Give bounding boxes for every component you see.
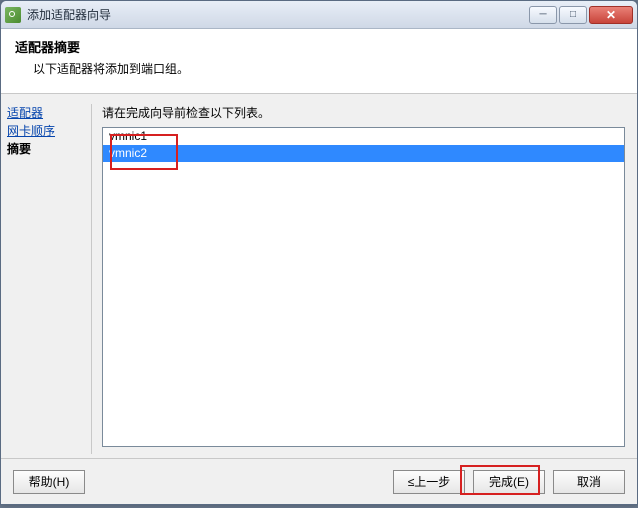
titlebar[interactable]: 添加适配器向导 ─ □ ✕ <box>1 1 637 29</box>
help-button[interactable]: 帮助(H) <box>13 470 85 494</box>
footer: 帮助(H) ≤上一步 完成(E) 取消 <box>1 458 637 504</box>
list-item[interactable]: vmnic2 <box>103 145 624 162</box>
adapter-list[interactable]: vmnic1 vmnic2 <box>102 127 625 447</box>
wizard-window: 添加适配器向导 ─ □ ✕ 适配器摘要 以下适配器将添加到端口组。 适配器 网卡… <box>0 0 638 505</box>
back-button[interactable]: ≤上一步 <box>393 470 465 494</box>
header-title: 适配器摘要 <box>15 37 623 56</box>
window-controls: ─ □ ✕ <box>529 6 633 24</box>
footer-right: ≤上一步 完成(E) 取消 <box>393 470 625 494</box>
minimize-button[interactable]: ─ <box>529 6 557 24</box>
header-desc: 以下适配器将添加到端口组。 <box>33 60 623 77</box>
main-desc: 请在完成向导前检查以下列表。 <box>102 104 625 121</box>
main-panel: 请在完成向导前检查以下列表。 vmnic1 vmnic2 <box>92 94 637 464</box>
header: 适配器摘要 以下适配器将添加到端口组。 <box>1 29 637 94</box>
sidebar-item-nic-order[interactable]: 网卡顺序 <box>7 122 85 140</box>
sidebar-item-adapter[interactable]: 适配器 <box>7 104 85 122</box>
app-icon <box>5 7 21 23</box>
sidebar-item-summary[interactable]: 摘要 <box>7 140 85 158</box>
maximize-button[interactable]: □ <box>559 6 587 24</box>
finish-button[interactable]: 完成(E) <box>473 470 545 494</box>
cancel-button[interactable]: 取消 <box>553 470 625 494</box>
sidebar: 适配器 网卡顺序 摘要 <box>1 94 91 464</box>
close-button[interactable]: ✕ <box>589 6 633 24</box>
window-title: 添加适配器向导 <box>27 6 111 23</box>
list-item[interactable]: vmnic1 <box>103 128 624 145</box>
body: 适配器 网卡顺序 摘要 请在完成向导前检查以下列表。 vmnic1 vmnic2 <box>1 94 637 464</box>
